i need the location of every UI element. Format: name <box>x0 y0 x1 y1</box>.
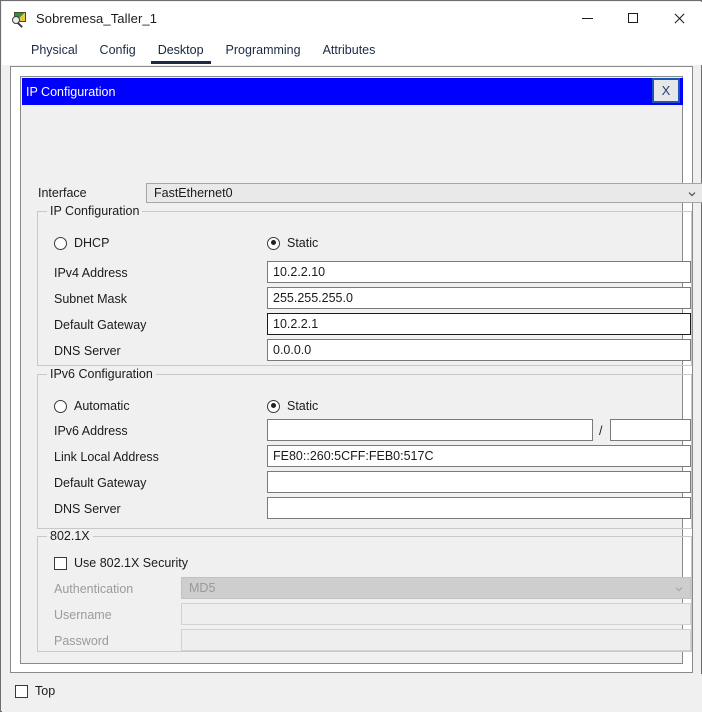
tab-label: Config <box>99 42 136 57</box>
subnet-mask-label: Subnet Mask <box>54 292 127 306</box>
chevron-down-icon <box>675 587 683 592</box>
dialog-title: IP Configuration <box>26 84 116 99</box>
maximize-button[interactable] <box>610 2 656 34</box>
window-controls <box>564 2 702 34</box>
radio-indicator <box>267 399 280 413</box>
close-button[interactable] <box>656 2 702 34</box>
tab-strip: Physical Config Desktop Programming Attr… <box>2 35 702 65</box>
desktop-panel: IP Configuration X Interface FastEtherne… <box>10 66 702 673</box>
ipv4-group-label: IP Configuration <box>47 204 143 218</box>
dialog-close-button[interactable]: X <box>652 78 680 103</box>
tab-label: Physical <box>31 42 78 57</box>
interface-value: FastEthernet0 <box>154 186 233 200</box>
ipv4-address-input[interactable]: 10.2.2.10 <box>267 261 691 283</box>
ipv4-dns-server-input[interactable]: 0.0.0.0 <box>267 339 691 361</box>
chevron-down-icon <box>688 192 696 197</box>
ipv6-dns-server-input[interactable] <box>267 497 691 519</box>
ipv6-automatic-label: Automatic <box>74 399 130 413</box>
tab-config[interactable]: Config <box>89 35 147 64</box>
ipv6-group-label: IPv6 Configuration <box>47 367 156 381</box>
ipv4-address-label: IPv4 Address <box>54 266 128 280</box>
use-dot1x-security-label: Use 802.1X Security <box>74 556 188 570</box>
window-title: Sobremesa_Taller_1 <box>36 11 158 26</box>
ipv6-prefix-separator: / <box>599 424 603 438</box>
tab-programming[interactable]: Programming <box>215 35 312 64</box>
application-window: Sobremesa_Taller_1 Physical Config Deskt… <box>0 0 702 712</box>
username-input <box>181 603 691 625</box>
tab-desktop[interactable]: Desktop <box>147 35 215 64</box>
ipv6-dns-server-label: DNS Server <box>54 502 121 516</box>
tab-label: Desktop <box>157 42 204 57</box>
checkbox-indicator <box>15 684 28 698</box>
username-label: Username <box>54 608 112 622</box>
password-label: Password <box>54 634 109 648</box>
dot1x-group-label: 802.1X <box>47 529 93 543</box>
tab-physical[interactable]: Physical <box>20 35 89 64</box>
use-dot1x-security-checkbox[interactable]: Use 802.1X Security <box>54 556 188 570</box>
top-label: Top <box>35 684 56 698</box>
checkbox-indicator <box>54 556 67 570</box>
packet-tracer-pc-icon <box>12 11 28 28</box>
interface-label: Interface <box>38 186 87 200</box>
link-local-address-input[interactable]: FE80::260:5CFF:FEB0:517C <box>267 445 691 467</box>
minimize-button[interactable] <box>564 2 610 34</box>
radio-indicator <box>54 399 67 413</box>
authentication-dropdown: MD5 <box>181 577 691 599</box>
title-bar: Sobremesa_Taller_1 <box>2 2 702 35</box>
password-input <box>181 629 691 651</box>
tab-attributes[interactable]: Attributes <box>312 35 387 64</box>
radio-indicator <box>54 236 67 250</box>
dialog-title-bar: IP Configuration <box>22 78 683 105</box>
footer-bar: Top <box>2 674 702 712</box>
top-checkbox[interactable]: Top <box>15 684 55 698</box>
tab-label: Programming <box>225 42 301 57</box>
ipv6-prefix-input[interactable] <box>610 419 691 441</box>
dhcp-label: DHCP <box>74 236 110 250</box>
ipv6-default-gateway-label: Default Gateway <box>54 476 147 490</box>
ipv6-address-input[interactable] <box>267 419 593 441</box>
ipv6-default-gateway-input[interactable] <box>267 471 691 493</box>
subnet-mask-input[interactable]: 255.255.255.0 <box>267 287 691 309</box>
ipv4-dns-server-label: DNS Server <box>54 344 121 358</box>
dhcp-radio[interactable]: DHCP <box>54 236 109 250</box>
ipv4-static-radio[interactable]: Static <box>267 236 318 250</box>
ipv6-static-label: Static <box>287 399 319 413</box>
ipv6-address-label: IPv6 Address <box>54 424 128 438</box>
authentication-label: Authentication <box>54 582 134 596</box>
link-local-address-label: Link Local Address <box>54 450 159 464</box>
ipv4-default-gateway-label: Default Gateway <box>54 318 147 332</box>
tab-label: Attributes <box>322 42 376 57</box>
ipv6-automatic-radio[interactable]: Automatic <box>54 399 130 413</box>
authentication-value: MD5 <box>189 581 216 595</box>
ipv4-static-label: Static <box>287 236 319 250</box>
radio-indicator <box>267 236 280 250</box>
interface-dropdown[interactable]: FastEthernet0 <box>146 183 702 203</box>
ipv6-static-radio[interactable]: Static <box>267 399 318 413</box>
ip-configuration-dialog: IP Configuration X Interface FastEtherne… <box>20 76 702 664</box>
ipv4-default-gateway-input[interactable]: 10.2.2.1 <box>267 313 691 335</box>
